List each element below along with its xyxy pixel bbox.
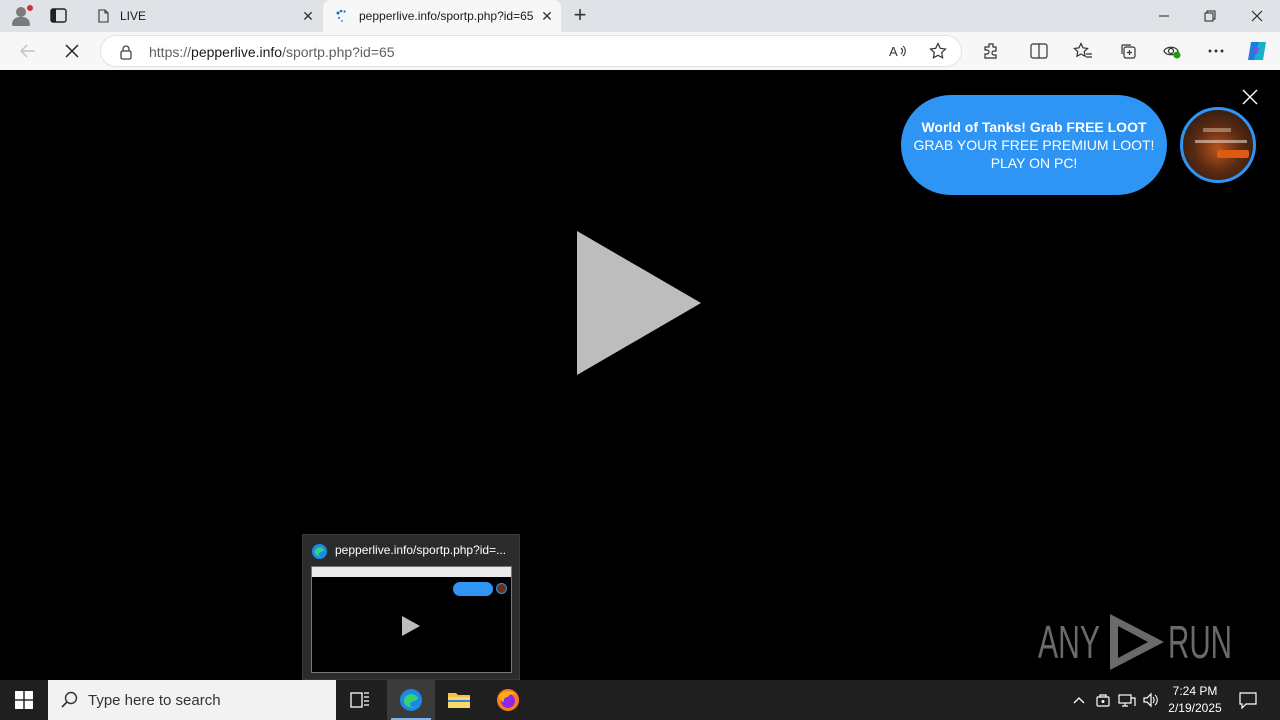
security-tray-icon[interactable] <box>1093 680 1113 720</box>
ad-close-icon[interactable] <box>1238 85 1262 109</box>
url-text[interactable]: https://pepperlive.info/sportp.php?id=65 <box>149 44 395 60</box>
svg-text:A: A <box>889 44 898 59</box>
search-placeholder: Type here to search <box>88 691 221 709</box>
loading-spinner-icon <box>336 9 346 22</box>
start-windows-icon[interactable] <box>0 680 48 720</box>
favorite-star-icon[interactable] <box>926 39 950 63</box>
search-icon <box>61 691 78 708</box>
ad-body: GRAB YOUR FREE PREMIUM LOOT! PLAY ON PC! <box>913 137 1155 171</box>
tab-close-icon[interactable]: ✕ <box>294 8 322 25</box>
page-icon <box>98 9 109 23</box>
more-options-icon[interactable] <box>1204 39 1228 63</box>
ad-thumbnail-image[interactable] <box>1180 107 1256 183</box>
tab-title: pepperlive.info/sportp.php?id=65 <box>359 9 533 23</box>
notification-dot <box>27 5 33 11</box>
tab-strip: LIVE ✕ pepperlive.info/sportp.php?id=65 … <box>0 0 1280 32</box>
back-icon[interactable] <box>14 37 42 65</box>
taskbar-search-box[interactable]: Type here to search <box>48 680 336 720</box>
show-hidden-icons-icon[interactable] <box>1069 680 1089 720</box>
address-bar[interactable]: https://pepperlive.info/sportp.php?id=65 <box>100 35 962 67</box>
collections-icon[interactable] <box>1116 39 1140 63</box>
copilot-icon[interactable] <box>1245 39 1269 63</box>
watermark-text-any: ANY <box>1038 616 1100 668</box>
ad-headline: World of Tanks! Grab FREE LOOT <box>921 119 1147 135</box>
tab-close-icon[interactable]: ✕ <box>533 8 561 25</box>
anyrun-watermark-logo: ANY RUN <box>1038 614 1232 670</box>
extensions-icon[interactable] <box>979 39 1003 63</box>
ad-popup-bubble[interactable]: World of Tanks! Grab FREE LOOT GRAB YOUR… <box>901 95 1167 195</box>
lock-icon[interactable] <box>119 44 133 60</box>
browser-toolbar: https://pepperlive.info/sportp.php?id=65… <box>0 32 1280 70</box>
thumbnail-play-icon <box>402 616 420 636</box>
system-clock[interactable]: 7:24 PM 2/19/2025 <box>1158 683 1232 717</box>
firefox-icon[interactable] <box>484 680 532 720</box>
stop-loading-icon[interactable] <box>58 37 86 65</box>
windows-taskbar: Type here to search 7:24 PM 2/19/2025 <box>0 680 1280 720</box>
task-view-icon[interactable] <box>336 680 384 720</box>
clock-date: 2/19/2025 <box>1168 701 1222 715</box>
read-aloud-icon[interactable]: A <box>886 39 910 63</box>
clock-time: 7:24 PM <box>1172 684 1218 698</box>
profile-avatar-icon[interactable] <box>8 4 34 28</box>
tab-title: LIVE <box>120 9 147 23</box>
play-button-icon[interactable] <box>573 229 705 377</box>
notifications-icon[interactable] <box>1234 680 1262 720</box>
tab-live[interactable]: LIVE ✕ <box>84 0 322 32</box>
new-tab-icon[interactable]: + <box>568 4 592 28</box>
preview-title: pepperlive.info/sportp.php?id=... <box>335 543 507 557</box>
watermark-text-run: RUN <box>1168 616 1232 668</box>
network-icon[interactable] <box>1116 680 1138 720</box>
tab-actions-icon[interactable] <box>48 6 70 26</box>
file-explorer-icon[interactable] <box>435 680 483 720</box>
minimize-icon[interactable] <box>1141 0 1187 32</box>
browser-essentials-icon[interactable] <box>1160 39 1184 63</box>
restore-icon[interactable] <box>1187 0 1233 32</box>
preview-thumbnail[interactable] <box>311 566 512 673</box>
taskbar-edge-icon[interactable] <box>387 680 435 720</box>
favorites-icon[interactable] <box>1071 39 1095 63</box>
taskbar-thumbnail-preview[interactable]: pepperlive.info/sportp.php?id=... <box>302 534 520 680</box>
close-window-icon[interactable] <box>1234 0 1280 32</box>
split-screen-icon[interactable] <box>1027 39 1051 63</box>
tab-pepperlive[interactable]: pepperlive.info/sportp.php?id=65 ✕ <box>323 0 561 32</box>
edge-icon <box>311 543 328 560</box>
